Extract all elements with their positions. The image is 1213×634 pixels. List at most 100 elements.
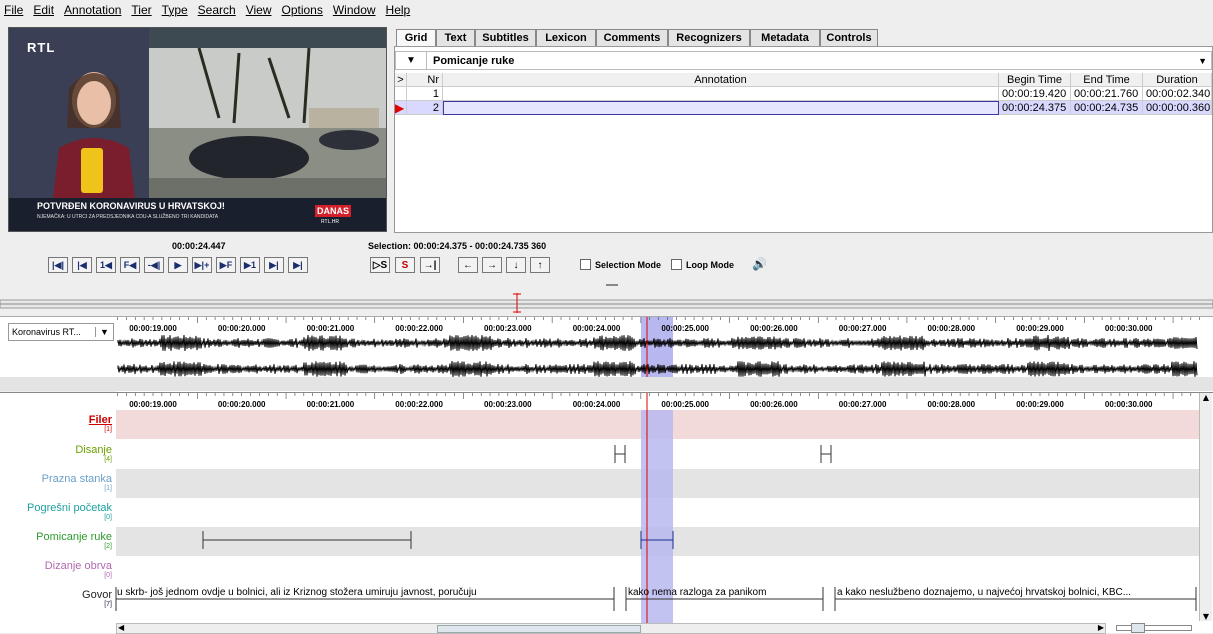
tier-label[interactable]: Govor [7] — [0, 589, 116, 608]
timeline-tick-label: 00:00:19.000 — [129, 400, 177, 409]
dropdown-arrow-icon[interactable]: ▼ — [396, 55, 426, 66]
tier-label[interactable]: Prazna stanka [1] — [0, 473, 116, 492]
tab-grid[interactable]: Grid — [396, 29, 436, 46]
timeline-tick-label: 00:00:28.000 — [928, 400, 976, 409]
scroll-right-icon[interactable]: ▶ — [1098, 623, 1104, 632]
col-header-end[interactable]: End Time — [1071, 73, 1143, 87]
menu-window[interactable]: Window — [333, 3, 376, 17]
next-annotation-button[interactable]: → — [482, 257, 502, 273]
next-second-button[interactable]: ▶1 — [240, 257, 260, 273]
tab-comments[interactable]: Comments — [596, 29, 668, 46]
govor-annotation-text[interactable]: a kako neslužbeno doznajemo, u najvećoj … — [837, 587, 1195, 598]
table-row[interactable]: 1 00:00:19.420 00:00:21.760 00:00:02.340 — [395, 87, 1212, 101]
selection-mode-label: Selection Mode — [595, 259, 662, 270]
video-viewer[interactable]: RTL POTVRĐEN KORONAVIRUS U HRVATSKOJ! NJ… — [8, 27, 387, 232]
selection-to-end-button[interactable]: →| — [420, 257, 440, 273]
tab-controls[interactable]: Controls — [820, 29, 878, 46]
ruler-tick-label: 00:00:29.000 — [1016, 324, 1064, 333]
col-header-select[interactable]: > — [395, 73, 407, 87]
col-header-annotation[interactable]: Annotation — [443, 73, 999, 87]
loop-mode-box[interactable] — [671, 259, 682, 270]
col-header-duration[interactable]: Duration — [1143, 73, 1212, 87]
col-header-begin[interactable]: Begin Time — [999, 73, 1071, 87]
tab-text[interactable]: Text — [436, 29, 475, 46]
panel-divider-handle[interactable] — [606, 284, 618, 286]
tier-selector-arrow-icon[interactable]: ▼ — [1198, 56, 1211, 66]
scroll-down-icon[interactable]: ▼ — [1200, 612, 1212, 621]
col-header-nr[interactable]: Nr — [407, 73, 443, 87]
scroll-left-icon[interactable]: ◀ — [118, 623, 124, 632]
govor-annotation-text[interactable]: u skrb- još jednom ovdje u bolnici, ali … — [117, 587, 613, 598]
tier-name: Prazna stanka — [41, 473, 112, 485]
ruler-tick-label: 00:00:22.000 — [395, 324, 443, 333]
menu-file[interactable]: File — [4, 3, 23, 17]
scroll-up-icon[interactable]: ▲ — [1200, 393, 1212, 405]
volume-icon[interactable]: 🔊 — [752, 257, 767, 271]
video-badge-sub: RTL.HR — [321, 219, 339, 225]
tab-lexicon[interactable]: Lexicon — [536, 29, 596, 46]
clear-selection-button[interactable]: S — [395, 257, 415, 273]
govor-annotation-text[interactable]: kako nema razloga za panikom — [628, 587, 821, 598]
selection-mode-box[interactable] — [580, 259, 591, 270]
tier-label[interactable]: Dizanje obrva [0] — [0, 560, 116, 579]
tier-selector[interactable]: ▼ Pomicanje ruke ▼ — [395, 51, 1212, 70]
selection-mode-checkbox[interactable]: Selection Mode — [580, 259, 661, 270]
menu-type[interactable]: Type — [162, 3, 188, 17]
prev-frame-block-button[interactable]: |◀ — [72, 257, 92, 273]
tab-subtitles[interactable]: Subtitles — [475, 29, 536, 46]
vertical-scrollbar[interactable]: ▲ ▼ — [1199, 393, 1212, 621]
ruler-tick-label: 00:00:24.000 — [573, 324, 621, 333]
menu-tier[interactable]: Tier — [131, 3, 151, 17]
row-annotation[interactable] — [443, 87, 999, 101]
overview-ruler[interactable] — [0, 293, 1213, 315]
prev-annotation-button[interactable]: ← — [458, 257, 478, 273]
row-begin: 00:00:19.420 — [999, 87, 1071, 101]
tier-label[interactable]: Filer [1] — [0, 414, 116, 433]
tier-count: [2] — [104, 543, 112, 550]
tier-label[interactable]: Pomicanje ruke [2] — [0, 531, 116, 550]
tier-down-button[interactable]: ↓ — [506, 257, 526, 273]
tier-count: [4] — [104, 456, 112, 463]
tab-metadata[interactable]: Metadata — [750, 29, 820, 46]
tier-name: Govor — [82, 589, 112, 601]
timeline-tick-label: 00:00:30.000 — [1105, 400, 1153, 409]
next-frame-block-button[interactable]: ▶| — [264, 257, 284, 273]
table-header-row: > Nr Annotation Begin Time End Time Dura… — [395, 73, 1212, 87]
menu-options[interactable]: Options — [282, 3, 323, 17]
current-row-marker-icon: ▶ — [395, 101, 405, 115]
ruler-tick-label: 00:00:28.000 — [928, 324, 976, 333]
ruler-tick-label: 00:00:20.000 — [218, 324, 266, 333]
menu-annotation[interactable]: Annotation — [64, 3, 121, 17]
tier-count: [0] — [104, 514, 112, 521]
loop-mode-checkbox[interactable]: Loop Mode — [671, 259, 734, 270]
menu-view[interactable]: View — [246, 3, 272, 17]
horizontal-scrollbar[interactable]: ◀ ▶ — [116, 623, 1106, 634]
ruler-tick-label: 00:00:21.000 — [307, 324, 355, 333]
next-frame-button[interactable]: ▶F — [216, 257, 236, 273]
menu-search[interactable]: Search — [198, 3, 236, 17]
zoom-slider[interactable] — [1116, 623, 1192, 633]
tier-up-button[interactable]: ↑ — [530, 257, 550, 273]
go-to-begin-button[interactable]: |◀| — [48, 257, 68, 273]
table-row-selected[interactable]: ▶ 2 00:00:24.375 00:00:24.735 00:00:00.3… — [395, 101, 1212, 115]
row-nr: 1 — [407, 87, 443, 101]
menu-help[interactable]: Help — [386, 3, 411, 17]
prev-pixel-button[interactable]: -◀| — [144, 257, 164, 273]
menu-bar: File Edit Annotation Tier Type Search View Opti… — [0, 0, 1213, 20]
play-selection-button[interactable]: ▷S — [370, 257, 390, 273]
play-button[interactable]: ▶ — [168, 257, 188, 273]
row-annotation-editing[interactable] — [443, 101, 999, 115]
loop-mode-label: Loop Mode — [686, 259, 734, 270]
zoom-slider-thumb[interactable] — [1131, 623, 1145, 633]
go-to-end-button[interactable]: ▶| — [288, 257, 308, 273]
prev-frame-button[interactable]: F◀ — [120, 257, 140, 273]
tier-label[interactable]: Pogrešni početak [0] — [0, 502, 116, 521]
timeline-viewer[interactable]: 00:00:19.000 00:00:20.000 00:00:21.000 00:0… — [0, 392, 1213, 634]
tab-recognizers[interactable]: Recognizers — [668, 29, 750, 46]
menu-edit[interactable]: Edit — [33, 3, 54, 17]
tier-label[interactable]: Disanje [4] — [0, 444, 116, 463]
scroll-thumb[interactable] — [437, 625, 641, 633]
next-pixel-button[interactable]: ▶|+ — [192, 257, 212, 273]
prev-second-button[interactable]: 1◀ — [96, 257, 116, 273]
waveform-viewer[interactable]: Koronavirus RT... ▼ 00:00:19.000 00:00:20… — [0, 316, 1213, 392]
